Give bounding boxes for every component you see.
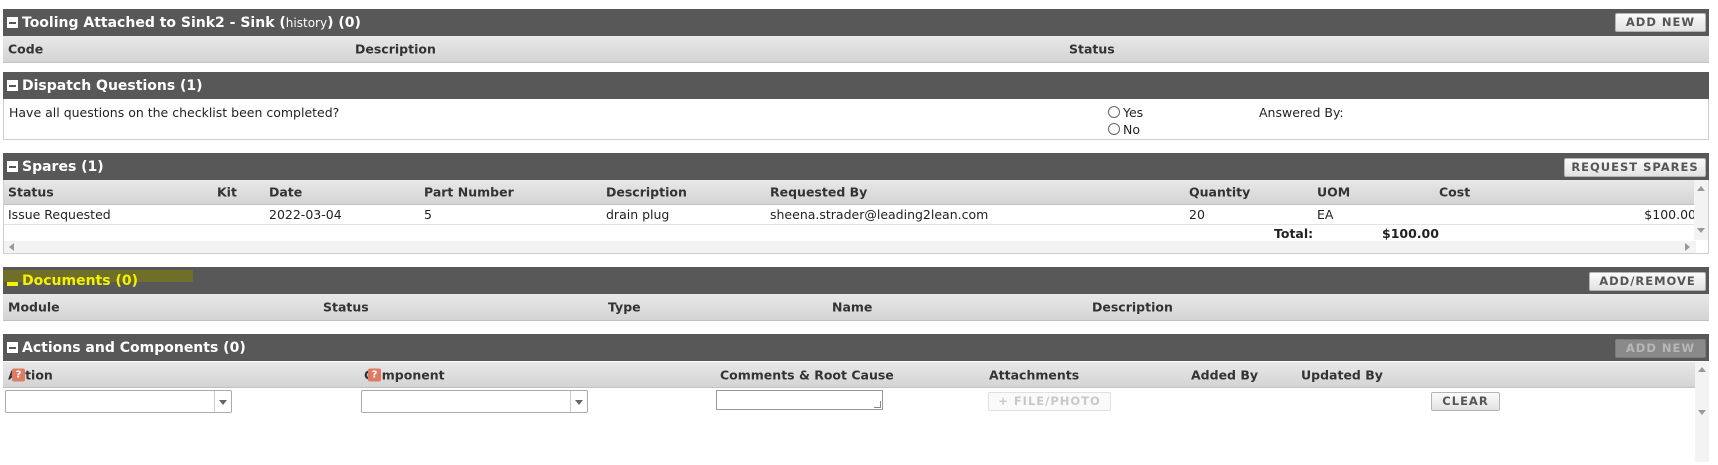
- help-icon[interactable]: ?: [12, 368, 25, 381]
- documents-column-header: Module Status Type Name Description: [3, 294, 1709, 321]
- answered-by-label: Answered By:: [1259, 105, 1344, 120]
- column-attachments: Attachments: [989, 367, 1080, 382]
- column-status: Status: [1069, 41, 1115, 57]
- column-added-by: Added By: [1191, 367, 1259, 382]
- column-updated-by: Updated By: [1301, 367, 1383, 382]
- row-requested-by: sheena.strader@leading2lean.com: [770, 207, 989, 222]
- chevron-down-icon[interactable]: [570, 391, 587, 412]
- scroll-up-icon[interactable]: [1697, 186, 1705, 191]
- help-icon[interactable]: ?: [368, 368, 381, 381]
- file-photo-button[interactable]: + FILE/PHOTO: [988, 392, 1111, 411]
- column-description: Description: [606, 184, 687, 200]
- tooling-title: Tooling Attached to Sink2 - Sink (histor…: [22, 14, 361, 31]
- no-radio[interactable]: No: [1108, 122, 1140, 137]
- documents-header-bar: Documents (0) ADD/REMOVE: [3, 267, 1709, 294]
- documents-section: Documents (0) ADD/REMOVE Module Status T…: [3, 267, 1709, 321]
- radio-circle-icon[interactable]: [1108, 123, 1120, 135]
- column-part-number: Part Number: [424, 184, 514, 200]
- column-date: Date: [269, 184, 303, 200]
- table-row[interactable]: Issue Requested 2022-03-04 5 drain plug …: [4, 205, 1696, 225]
- tooling-header-bar: Tooling Attached to Sink2 - Sink (histor…: [3, 9, 1709, 36]
- column-status: Status: [323, 299, 369, 315]
- dispatch-title: Dispatch Questions (1): [22, 77, 203, 94]
- vertical-scrollbar[interactable]: [1694, 180, 1708, 240]
- spares-section: Spares (1) REQUEST SPARES Status Kit Dat…: [3, 153, 1709, 254]
- scroll-left-icon[interactable]: [9, 243, 14, 251]
- tooling-column-header: Code Description Status: [3, 36, 1709, 63]
- documents-title: Documents (0): [22, 272, 138, 289]
- actions-add-new-button[interactable]: ADD NEW: [1615, 339, 1706, 358]
- component-select[interactable]: [361, 390, 588, 413]
- row-part-number: 5: [424, 207, 432, 222]
- column-comments: Comments & Root Cause: [720, 367, 894, 382]
- question-text: Have all questions on the checklist been…: [9, 105, 340, 120]
- dispatch-header-bar: Dispatch Questions (1): [3, 72, 1709, 99]
- row-date: 2022-03-04: [269, 207, 342, 222]
- history-link[interactable]: history: [286, 16, 327, 30]
- actions-input-row: + FILE/PHOTO CLEAR: [3, 388, 1695, 418]
- row-quantity: 20: [1189, 207, 1205, 222]
- add-remove-button[interactable]: ADD/REMOVE: [1589, 272, 1706, 291]
- spares-title: Spares (1): [22, 158, 104, 175]
- column-status: Status: [8, 184, 54, 200]
- vertical-scrollbar[interactable]: [1695, 362, 1709, 462]
- scroll-right-icon[interactable]: [1685, 243, 1690, 251]
- horizontal-scrollbar[interactable]: [4, 241, 1696, 253]
- column-code: Code: [8, 41, 44, 57]
- column-kit: Kit: [217, 184, 237, 200]
- resize-handle-icon[interactable]: [874, 401, 881, 408]
- column-uom: UOM: [1317, 184, 1351, 200]
- collapse-icon[interactable]: [7, 341, 18, 353]
- column-quantity: Quantity: [1189, 184, 1251, 200]
- row-uom: EA: [1317, 207, 1334, 222]
- scroll-down-icon[interactable]: [1697, 228, 1705, 233]
- row-description: drain plug: [606, 207, 670, 222]
- scroll-up-icon[interactable]: [1698, 367, 1706, 372]
- spares-column-header: Status Kit Date Part Number Description …: [4, 180, 1696, 205]
- row-status: Issue Requested: [8, 207, 111, 222]
- row-cost: $100.00: [1644, 207, 1696, 222]
- actions-header-bar: Actions and Components (0) ADD NEW: [3, 334, 1709, 361]
- total-value: $100.00: [1382, 226, 1439, 241]
- collapse-icon[interactable]: [7, 160, 18, 172]
- actions-column-header: Action? Component? Comments & Root Cause…: [3, 362, 1695, 388]
- total-label: Total:: [1274, 226, 1314, 241]
- tooling-add-new-button[interactable]: ADD NEW: [1615, 13, 1706, 32]
- scroll-down-icon[interactable]: [1698, 410, 1706, 415]
- spares-header-bar: Spares (1) REQUEST SPARES: [3, 153, 1709, 180]
- actions-section: Actions and Components (0) ADD NEW Actio…: [3, 334, 1709, 465]
- comments-textarea[interactable]: [716, 390, 883, 410]
- clear-button[interactable]: CLEAR: [1431, 392, 1500, 411]
- column-description: Description: [1092, 299, 1173, 315]
- column-cost: Cost: [1439, 184, 1471, 200]
- column-module: Module: [8, 299, 60, 315]
- dispatch-question-row: Have all questions on the checklist been…: [3, 99, 1709, 140]
- spares-table: Status Kit Date Part Number Description …: [3, 180, 1709, 254]
- column-type: Type: [608, 299, 641, 315]
- action-select[interactable]: [5, 390, 232, 413]
- collapse-icon[interactable]: [7, 16, 18, 28]
- actions-title: Actions and Components (0): [22, 339, 246, 356]
- request-spares-button[interactable]: REQUEST SPARES: [1564, 158, 1706, 177]
- collapse-icon[interactable]: [7, 79, 18, 91]
- radio-circle-icon[interactable]: [1108, 106, 1120, 118]
- column-name: Name: [832, 299, 873, 315]
- yes-radio[interactable]: Yes: [1108, 105, 1143, 120]
- tooling-section: Tooling Attached to Sink2 - Sink (histor…: [3, 9, 1709, 63]
- column-requested-by: Requested By: [770, 184, 868, 200]
- column-description: Description: [355, 41, 436, 57]
- chevron-down-icon[interactable]: [214, 391, 231, 412]
- dispatch-section: Dispatch Questions (1) Have all question…: [3, 72, 1709, 140]
